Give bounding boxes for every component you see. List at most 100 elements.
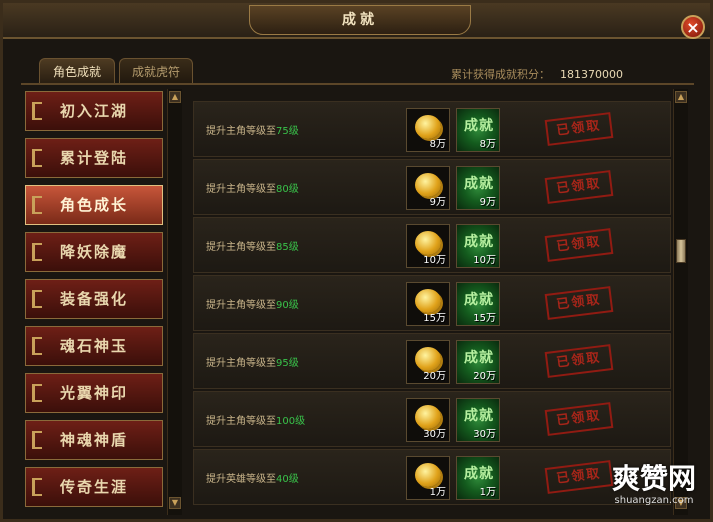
- achievement-reward-slot[interactable]: 成就 15万: [456, 282, 500, 326]
- claimed-stamp: 已领取: [544, 112, 614, 146]
- claimed-stamp: 已领取: [544, 402, 614, 436]
- achievement-icon: 成就: [464, 234, 494, 250]
- ach-qty: 30万: [473, 429, 496, 440]
- sidebar-item-label: 神魂神盾: [60, 431, 129, 449]
- achievement-desc: 提升主角等级至100级: [206, 412, 305, 427]
- close-button[interactable]: ×: [681, 15, 705, 39]
- scroll-down-icon[interactable]: ▼: [169, 497, 181, 509]
- coin-qty: 1万: [429, 487, 446, 498]
- chevron-right-icon: [32, 243, 42, 261]
- chevron-right-icon: [32, 337, 42, 355]
- achievement-icon: 成就: [464, 408, 494, 424]
- score-value: 181370000: [560, 68, 623, 81]
- achievement-icon: 成就: [464, 118, 494, 134]
- achievement-reward-slot[interactable]: 成就 9万: [456, 166, 500, 210]
- chevron-right-icon: [32, 431, 42, 449]
- coin-reward-slot[interactable]: 1万: [406, 456, 450, 500]
- desc-text: 提升主角等级至: [206, 416, 276, 427]
- chevron-right-icon: [32, 290, 42, 308]
- desc-text: 提升主角等级至: [206, 358, 276, 369]
- ach-qty: 15万: [473, 313, 496, 324]
- scroll-up-icon[interactable]: ▲: [675, 91, 687, 103]
- sidebar-item-wing-seal[interactable]: 光翼神印: [25, 373, 163, 413]
- sidebar-item-login[interactable]: 累计登陆: [25, 138, 163, 178]
- sidebar-item-label: 初入江湖: [60, 102, 129, 120]
- desc-text: 提升英雄等级至: [206, 474, 276, 485]
- sidebar-item-legend-career[interactable]: 传奇生涯: [25, 467, 163, 507]
- desc-text: 提升主角等级至: [206, 126, 276, 137]
- coin-reward-slot[interactable]: 30万: [406, 398, 450, 442]
- sidebar-item-label: 装备强化: [60, 290, 129, 308]
- coin-qty: 30万: [423, 429, 446, 440]
- achievement-icon: 成就: [464, 292, 494, 308]
- window-title: 成就: [249, 5, 471, 35]
- score-label: 累计获得成就积分：: [451, 68, 550, 81]
- sidebar-item-soulstone[interactable]: 魂石神玉: [25, 326, 163, 366]
- achievement-row: 提升主角等级至85级 10万 成就 10万 已领取: [193, 217, 671, 273]
- coin-qty: 8万: [429, 139, 446, 150]
- coin-qty: 10万: [423, 255, 446, 266]
- divider: [21, 83, 694, 85]
- achievement-reward-slot[interactable]: 成就 10万: [456, 224, 500, 268]
- tab-achievement-tiger-tally[interactable]: 成就虎符: [119, 58, 193, 85]
- claimed-stamp: 已领取: [544, 228, 614, 262]
- achievement-reward-slot[interactable]: 成就 20万: [456, 340, 500, 384]
- claimed-stamp: 已领取: [544, 286, 614, 320]
- sidebar-item-demon-slaying[interactable]: 降妖除魔: [25, 232, 163, 272]
- sidebar-item-soul-shield[interactable]: 神魂神盾: [25, 420, 163, 460]
- level-text: 85级: [276, 242, 299, 253]
- coin-reward-slot[interactable]: 10万: [406, 224, 450, 268]
- level-text: 40级: [276, 474, 299, 485]
- achievement-row: 提升主角等级至100级 30万 成就 30万 已领取: [193, 391, 671, 447]
- achievement-row: 提升主角等级至90级 15万 成就 15万 已领取: [193, 275, 671, 331]
- achievement-desc: 提升主角等级至80级: [206, 180, 299, 195]
- desc-text: 提升主角等级至: [206, 184, 276, 195]
- level-text: 80级: [276, 184, 299, 195]
- ach-qty: 20万: [473, 371, 496, 382]
- scroll-thumb[interactable]: [676, 239, 686, 263]
- achievement-row: 提升主角等级至80级 9万 成就 9万 已领取: [193, 159, 671, 215]
- sidebar-item-label: 魂石神玉: [60, 337, 129, 355]
- desc-text: 提升主角等级至: [206, 242, 276, 253]
- sidebar-item-equip-enhance[interactable]: 装备强化: [25, 279, 163, 319]
- sidebar-item-role-growth[interactable]: 角色成长: [25, 185, 163, 225]
- coin-qty: 9万: [429, 197, 446, 208]
- achievement-icon: 成就: [464, 350, 494, 366]
- sidebar-item-label: 角色成长: [60, 196, 129, 214]
- achievement-icon: 成就: [464, 466, 494, 482]
- level-text: 95级: [276, 358, 299, 369]
- list-scrollbar[interactable]: ▲ ▼: [673, 89, 688, 515]
- coin-reward-slot[interactable]: 15万: [406, 282, 450, 326]
- sidebar-item-beginner[interactable]: 初入江湖: [25, 91, 163, 131]
- category-sidebar: 初入江湖 累计登陆 角色成长 降妖除魔 装备强化 魂石神玉 光翼神印 神魂神盾 …: [25, 91, 165, 515]
- ach-qty: 1万: [479, 487, 496, 498]
- achievement-list: 提升主角等级至75级 8万 成就 8万 已领取 提升主角等级至80级 9万 成就 9…: [193, 101, 671, 515]
- chevron-right-icon: [32, 102, 42, 120]
- watermark-brand: 爽赞网: [611, 462, 696, 495]
- achievement-reward-slot[interactable]: 成就 8万: [456, 108, 500, 152]
- title-bar: 成就: [3, 3, 710, 39]
- achievement-desc: 提升主角等级至95级: [206, 354, 299, 369]
- achievement-row: 提升主角等级至75级 8万 成就 8万 已领取: [193, 101, 671, 157]
- achievement-desc: 提升主角等级至75级: [206, 122, 299, 137]
- coin-reward-slot[interactable]: 20万: [406, 340, 450, 384]
- ach-qty: 8万: [479, 139, 496, 150]
- sidebar-item-label: 降妖除魔: [60, 243, 129, 261]
- ach-qty: 9万: [479, 197, 496, 208]
- achievement-reward-slot[interactable]: 成就 1万: [456, 456, 500, 500]
- sidebar-item-label: 传奇生涯: [60, 478, 129, 496]
- coin-reward-slot[interactable]: 8万: [406, 108, 450, 152]
- chevron-right-icon: [32, 196, 42, 214]
- coin-reward-slot[interactable]: 9万: [406, 166, 450, 210]
- level-text: 75级: [276, 126, 299, 137]
- achievement-desc: 提升主角等级至90级: [206, 296, 299, 311]
- coin-qty: 15万: [423, 313, 446, 324]
- claimed-stamp: 已领取: [544, 170, 614, 204]
- achievement-reward-slot[interactable]: 成就 30万: [456, 398, 500, 442]
- scroll-up-icon[interactable]: ▲: [169, 91, 181, 103]
- tab-role-achievement[interactable]: 角色成就: [39, 58, 115, 85]
- level-text: 100级: [276, 416, 306, 427]
- chevron-right-icon: [32, 384, 42, 402]
- level-text: 90级: [276, 300, 299, 311]
- sidebar-scrollbar[interactable]: ▲ ▼: [167, 89, 182, 515]
